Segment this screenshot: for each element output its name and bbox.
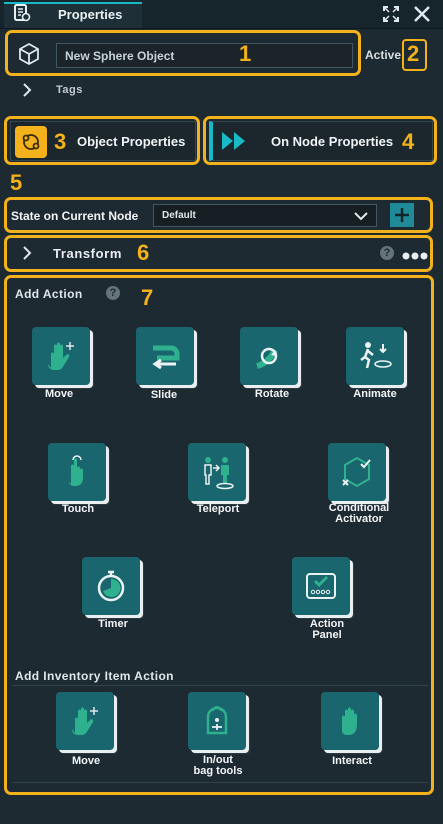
- section-divider: [12, 685, 428, 686]
- inventory-interact-button[interactable]: [321, 692, 385, 756]
- help-icon[interactable]: ?: [380, 246, 394, 260]
- action-panel-label: Action Panel: [309, 618, 345, 641]
- expand-icon[interactable]: [380, 3, 402, 25]
- action-move-label: Move: [44, 388, 74, 400]
- object-properties-icon: [15, 126, 47, 158]
- fast-forward-icon: [218, 128, 250, 154]
- action-move-button[interactable]: [32, 327, 96, 391]
- action-timer-button[interactable]: [82, 557, 146, 621]
- transform-label[interactable]: Transform: [53, 246, 122, 261]
- add-state-button[interactable]: [390, 203, 414, 227]
- chevron-right-icon[interactable]: [20, 83, 34, 97]
- action-touch-button[interactable]: [48, 443, 112, 507]
- action-timer-label: Timer: [98, 618, 128, 630]
- add-inventory-title: Add Inventory Item Action: [15, 669, 174, 683]
- action-conditional-activator-label: Conditional Activator: [328, 502, 390, 525]
- state-dropdown[interactable]: Default: [153, 204, 377, 227]
- on-node-properties-label: On Node Properties: [271, 134, 394, 149]
- add-action-title: Add Action: [15, 287, 83, 301]
- action-teleport-button[interactable]: [188, 443, 252, 507]
- action-rotate-label: Rotate: [254, 388, 290, 400]
- object-properties-label: Object Properties: [77, 134, 186, 149]
- tags-label[interactable]: Tags: [56, 84, 83, 96]
- inventory-move-button[interactable]: [56, 692, 120, 756]
- more-options-icon[interactable]: [402, 248, 428, 260]
- properties-icon: [12, 3, 32, 23]
- action-animate-button[interactable]: [346, 327, 410, 391]
- action-teleport-label: Teleport: [196, 503, 240, 515]
- inventory-bag-tools-label: In/out bag tools: [193, 754, 243, 777]
- annotation-1: 1: [239, 41, 252, 66]
- action-touch-label: Touch: [61, 503, 95, 515]
- inventory-bag-tools-button[interactable]: [188, 692, 252, 756]
- action-slide-button[interactable]: [136, 327, 200, 391]
- close-icon[interactable]: [411, 3, 433, 25]
- annotation-5: 5: [10, 170, 23, 195]
- tab-title: Properties: [58, 7, 123, 22]
- help-icon[interactable]: ?: [106, 286, 120, 300]
- inventory-move-label: Move: [71, 755, 101, 767]
- active-label[interactable]: Active: [365, 48, 401, 62]
- action-slide-label: Slide: [150, 389, 178, 401]
- annotation-7: 7: [141, 285, 154, 310]
- action-animate-label: Animate: [353, 388, 397, 400]
- action-conditional-activator-button[interactable]: [328, 443, 392, 507]
- object-name-field[interactable]: New Sphere Object: [56, 43, 353, 68]
- action-panel-button[interactable]: [292, 557, 356, 621]
- highlight-frame-2: [402, 39, 427, 71]
- chevron-right-icon[interactable]: [20, 246, 34, 260]
- annotation-3: 3: [54, 129, 67, 154]
- chevron-down-icon: [353, 209, 369, 221]
- annotation-4: 4: [402, 129, 415, 154]
- inventory-interact-label: Interact: [332, 755, 372, 767]
- state-label: State on Current Node: [11, 209, 139, 223]
- cube-icon: [17, 42, 41, 66]
- section-divider-bottom: [12, 782, 428, 783]
- annotation-6: 6: [137, 240, 150, 265]
- action-rotate-button[interactable]: [240, 327, 304, 391]
